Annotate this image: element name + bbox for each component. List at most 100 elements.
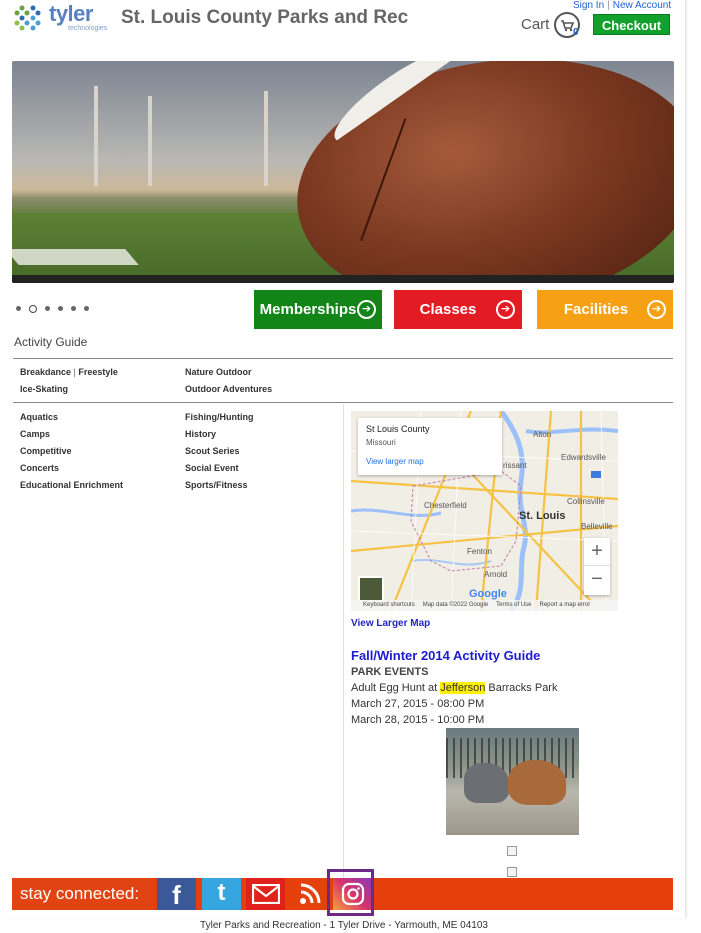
classes-label: Classes [419, 301, 477, 318]
zoom-out-button[interactable]: − [584, 566, 610, 594]
map-label-chesterfield: Chesterfield [424, 501, 467, 510]
category-aquatics[interactable]: Aquatics [20, 412, 58, 422]
category-social-event[interactable]: Social Event [185, 463, 239, 473]
event-title[interactable]: Adult Egg Hunt at Jefferson Barracks Par… [351, 682, 557, 694]
divider [13, 402, 673, 403]
park-events-heading: PARK EVENTS [351, 666, 429, 678]
map-place-subtitle: Missouri [366, 438, 396, 447]
category-ice-skating[interactable]: Ice-Skating [20, 384, 68, 394]
cart-label[interactable]: Cart [521, 16, 549, 33]
carousel-dot[interactable] [84, 306, 89, 312]
email-icon[interactable] [246, 878, 285, 910]
carousel-dot[interactable] [45, 306, 50, 312]
dog-brown [508, 760, 566, 805]
logo-subtitle: technologies [68, 25, 108, 32]
event-date: March 27, 2015 - 08:00 PM [351, 698, 485, 710]
map-label-belleville: Belleville [581, 522, 613, 531]
category-label: Breakdance [20, 367, 72, 377]
terms-link[interactable]: Terms of Use [496, 602, 531, 608]
goalpost [148, 96, 152, 186]
checkout-button[interactable]: Checkout [593, 14, 670, 35]
broken-image-icon [507, 867, 517, 877]
map-label-edwardsville: Edwardsville [561, 453, 606, 462]
category-educational-enrichment[interactable]: Educational Enrichment [20, 480, 123, 490]
report-error-link[interactable]: Report a map error [540, 602, 591, 608]
arrow-right-icon: ➔ [357, 300, 376, 319]
event-title-prefix: Adult Egg Hunt at [351, 682, 441, 694]
keyboard-shortcuts-link[interactable]: Keyboard shortcuts [363, 602, 415, 608]
hero-caption-strip [12, 275, 674, 283]
stay-connected-label: stay connected: [12, 878, 153, 910]
carousel-dot[interactable] [71, 306, 76, 312]
event-date: March 28, 2015 - 10:00 PM [351, 714, 485, 726]
tyler-logo[interactable]: tyler technologies [13, 1, 113, 36]
account-separator: | [607, 0, 610, 11]
map-place-title: St Louis County [366, 424, 430, 434]
view-larger-map-link[interactable]: View Larger Map [351, 618, 430, 629]
dog-gray [464, 763, 509, 803]
category-label: Freestyle [78, 367, 118, 377]
account-links: Sign In | New Account [573, 0, 671, 11]
category-nature-outdoor[interactable]: Nature Outdoor [185, 367, 252, 377]
category-fishing-hunting[interactable]: Fishing/Hunting [185, 412, 253, 422]
logo-wordmark: tyler [49, 1, 93, 26]
arrow-right-icon: ➔ [496, 300, 515, 319]
carousel-dots [16, 300, 97, 314]
category-sports-fitness[interactable]: Sports/Fitness [185, 480, 248, 490]
map-info-card: St Louis County Missouri View larger map [358, 418, 502, 475]
activity-guide-link[interactable]: Fall/Winter 2014 Activity Guide [351, 648, 540, 663]
goalpost [264, 91, 268, 186]
arrow-right-icon: ➔ [647, 300, 666, 319]
divider [13, 358, 673, 359]
map-label-arnold: Arnold [484, 570, 508, 579]
category-history[interactable]: History [185, 429, 216, 439]
facilities-button[interactable]: Facilities ➔ [537, 290, 673, 329]
memberships-label: Memberships [259, 301, 357, 318]
column-divider [343, 404, 344, 878]
category-breakdance[interactable]: Breakdance | Freestyle [20, 367, 118, 377]
envelope-glyph [251, 883, 280, 905]
activity-guide-title: Activity Guide [14, 335, 88, 349]
google-map[interactable]: Alton Edwardsville rissant Collinsville … [351, 411, 618, 611]
event-title-highlight: Jefferson [440, 682, 486, 694]
cart-count-badge: 0 [573, 27, 579, 38]
memberships-button[interactable]: Memberships ➔ [254, 290, 382, 329]
carousel-dot-active[interactable] [29, 304, 37, 313]
hero-carousel-image[interactable] [12, 61, 674, 283]
map-zoom-control: + − [584, 538, 610, 595]
category-camps[interactable]: Camps [20, 429, 50, 439]
map-view-larger-link[interactable]: View larger map [366, 457, 494, 466]
map-label-alton: Alton [533, 430, 552, 439]
carousel-dot[interactable] [16, 306, 21, 312]
map-label-st-louis: St. Louis [519, 510, 566, 522]
classes-button[interactable]: Classes ➔ [394, 290, 522, 329]
goalpost [94, 86, 98, 186]
zoom-in-button[interactable]: + [584, 538, 610, 566]
map-label-florissant: rissant [503, 461, 527, 470]
event-photo-dogs[interactable] [446, 728, 579, 835]
yard-line [12, 249, 139, 265]
instagram-focus-outline [327, 869, 374, 916]
satellite-toggle[interactable] [358, 576, 384, 602]
map-label-fenton: Fenton [467, 547, 492, 556]
facilities-label: Facilities [563, 301, 629, 318]
facebook-icon[interactable]: f [157, 878, 196, 910]
category-competitive[interactable]: Competitive [20, 446, 72, 456]
new-account-link[interactable]: New Account [613, 0, 671, 11]
map-label-collinsville: Collinsville [567, 497, 605, 506]
site-title: St. Louis County Parks and Rec [121, 7, 409, 28]
rss-glyph [299, 883, 320, 904]
map-data-credit: Map data ©2022 Google [422, 602, 489, 608]
category-scout-series[interactable]: Scout Series [185, 446, 240, 456]
category-concerts[interactable]: Concerts [20, 463, 59, 473]
category-pipe: | [73, 367, 76, 377]
rss-icon[interactable] [290, 878, 329, 910]
category-outdoor-adventures[interactable]: Outdoor Adventures [185, 384, 272, 394]
footer-address: Tyler Parks and Recreation - 1 Tyler Dri… [200, 920, 488, 931]
carousel-dot[interactable] [58, 306, 63, 312]
twitter-icon[interactable]: t [202, 878, 241, 910]
map-attribution: Keyboard shortcuts Map data ©2022 Google T… [351, 600, 618, 611]
sign-in-link[interactable]: Sign In [573, 0, 604, 11]
google-logo: Google [469, 588, 507, 600]
event-title-suffix: Barracks Park [485, 682, 558, 694]
